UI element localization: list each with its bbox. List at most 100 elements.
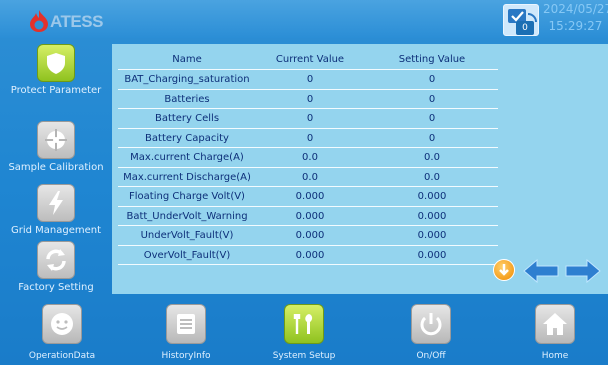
power-icon [420,313,442,336]
nav-tile [284,304,324,344]
table-row[interactable]: Max.current Discharge(A) 0.0 0.0 [112,168,498,188]
sidebar-tile [37,241,75,279]
next-page-button[interactable] [564,258,602,284]
table-row[interactable]: Batt_UnderVolt_Warning 0.000 0.000 [112,207,498,227]
nav-label: System Setup [272,351,336,361]
table-row[interactable]: OverVolt_Fault(V) 0.000 0.000 [112,246,498,266]
status-count: 0 [516,21,534,35]
arrow-right-icon [565,258,601,284]
sidebar-tile [37,44,75,82]
sidebar-item-grid-management[interactable]: Grid Management [0,184,112,244]
current-value: 0.000 [295,230,325,241]
logo-text: ATESS [50,12,103,31]
current-value: 0.000 [295,210,325,222]
param-name: UnderVolt_Fault(V) [140,230,234,241]
nav-tile [42,304,82,344]
sidebar-tile [37,121,75,159]
arrow-down-circle-icon [499,264,509,276]
table-row[interactable]: Battery Capacity 0 0 [112,129,498,149]
time-text: 15:29:27 [548,19,603,33]
setting-value[interactable]: 0.000 [372,226,492,246]
table-row[interactable]: Max.current Charge(A) 0.0 0.0 [112,148,498,168]
current-value: 0 [306,132,314,144]
row-divider [118,264,498,265]
nav-tile [411,304,451,344]
sidebar-item-label: Factory Setting [18,282,94,293]
table-header-row: Name Current Value Setting Value [112,50,498,70]
setting-value[interactable]: 0.0 [372,148,492,168]
scroll-down-button[interactable] [493,259,515,281]
tools-icon [293,314,313,334]
previous-page-button[interactable] [522,258,560,284]
table-row[interactable]: UnderVolt_Fault(V) 0.000 0.000 [112,226,498,246]
bottom-navigation: OperationData HistoryInfo System Setup O… [0,296,608,365]
status-indicator[interactable]: 0 [503,4,539,36]
setting-value[interactable]: 0 [372,129,492,149]
nav-tile [535,304,575,344]
current-value: 0 [306,74,314,85]
table-row[interactable]: Batteries 0 0 [112,90,498,110]
crosshair-icon [45,129,67,151]
shield-icon [47,53,65,74]
parameter-panel: Name Current Value Setting Value BAT_Cha… [112,44,608,294]
setting-value[interactable]: 0.000 [372,207,492,227]
param-name: Batt_UnderVolt_Warning [126,210,248,222]
param-name: Floating Charge Volt(V) [129,191,245,202]
nav-system-setup[interactable]: System Setup [264,296,344,365]
refresh-icon [46,249,66,271]
nav-tile [166,304,206,344]
sidebar-item-label: Protect Parameter [10,85,102,96]
sidebar-item-factory-setting[interactable]: Factory Setting [0,241,112,301]
nav-history-info[interactable]: HistoryInfo [146,296,226,365]
param-name: BAT_Charging_saturation [124,74,250,85]
nav-label: On/Off [416,351,446,361]
current-value: 0.0 [302,152,318,163]
current-value: 0.000 [295,191,325,202]
list-icon [177,314,195,334]
top-bar: ATESS 0 2024/05/27 15:29:27 [0,0,608,38]
sidebar-tile [37,184,75,222]
table-row[interactable]: BAT_Charging_saturation 0 0 [112,70,498,90]
home-icon [543,313,567,335]
sidebar-item-sample-calibration[interactable]: Sample Calibration [0,121,112,181]
datetime-display: 2024/05/27 15:29:27 [543,1,608,37]
nav-on-off[interactable]: On/Off [391,296,471,365]
parameter-table: Name Current Value Setting Value BAT_Cha… [112,50,498,266]
table-row[interactable]: Battery Cells 0 0 [112,109,498,129]
sidebar-item-label: Sample Calibration [8,162,104,173]
nav-label: Home [541,351,569,361]
current-value: 0.000 [295,249,325,261]
current-value: 0.0 [302,171,318,183]
setting-value[interactable]: 0 [372,109,492,129]
setting-value[interactable]: 0.000 [372,187,492,207]
param-name: Battery Cells [154,113,220,124]
nav-label: HistoryInfo [161,351,211,361]
current-value: 0 [306,93,314,105]
param-name: Batteries [164,93,210,105]
arrow-left-icon [523,258,559,284]
setting-value[interactable]: 0 [372,90,492,110]
nav-label: OperationData [28,351,96,361]
nav-operation-data[interactable]: OperationData [22,296,102,365]
date-text: 2024/05/27 [543,2,608,16]
sidebar: Protect Parameter Sample Calibration Gri… [0,44,112,296]
setting-value[interactable]: 0.0 [372,168,492,188]
sidebar-item-label: Grid Management [10,225,102,236]
table-row[interactable]: Floating Charge Volt(V) 0.000 0.000 [112,187,498,207]
flame-icon [30,10,48,32]
atess-logo: ATESS [28,9,116,33]
column-header-name: Name [172,54,202,65]
setting-value[interactable]: 0.000 [372,246,492,266]
nav-home[interactable]: Home [515,296,595,365]
param-name: Max.current Charge(A) [130,152,244,163]
param-name: OverVolt_Fault(V) [143,249,231,261]
current-value: 0 [306,113,314,124]
column-header-setting: Setting Value [398,54,466,65]
param-name: Max.current Discharge(A) [123,171,251,183]
setting-value[interactable]: 0 [372,70,492,90]
column-header-current: Current Value [275,54,345,65]
lightning-icon [49,191,63,215]
param-name: Battery Capacity [145,132,229,144]
sidebar-item-protect-parameter[interactable]: Protect Parameter [0,44,112,104]
smiley-icon [51,313,73,335]
